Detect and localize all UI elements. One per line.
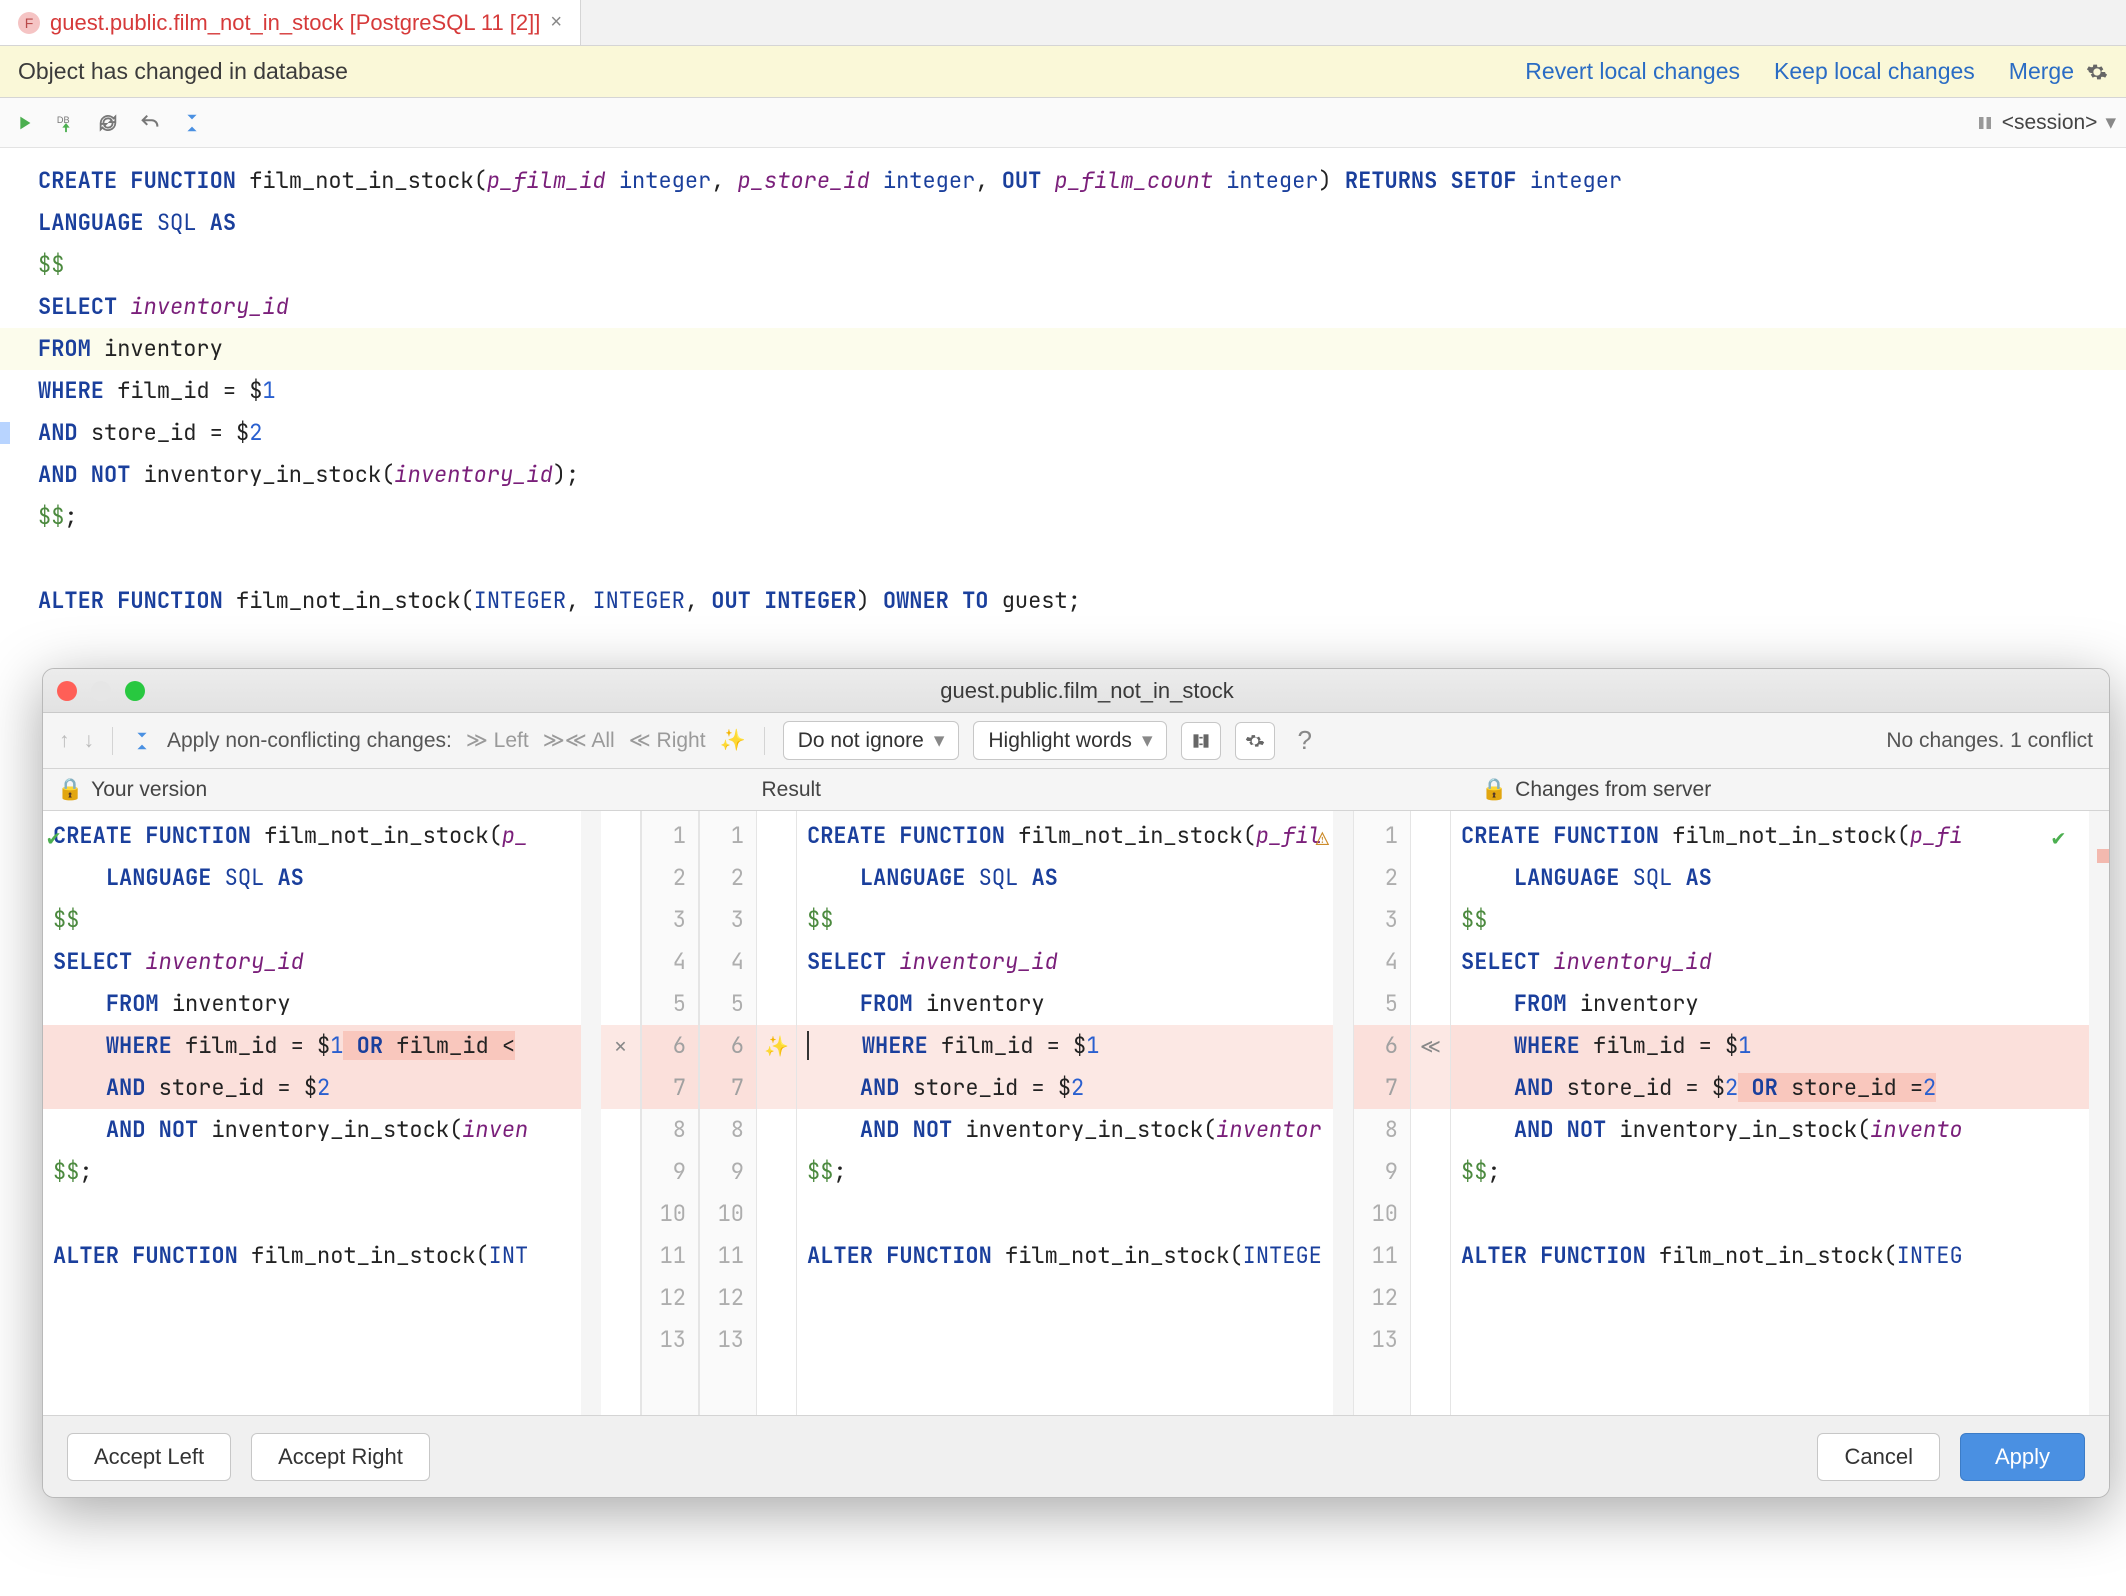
- window-minimize-icon[interactable]: [91, 681, 111, 701]
- next-diff-icon[interactable]: ↓: [84, 729, 95, 753]
- sync-scroll-icon[interactable]: [1181, 722, 1221, 760]
- sql-editor[interactable]: CREATE FUNCTION film_not_in_stock(p_film…: [0, 148, 2126, 648]
- dialog-titlebar[interactable]: guest.public.film_not_in_stock: [43, 669, 2109, 713]
- line-numbers: 12345678910111213: [641, 811, 699, 1415]
- apply-left-button[interactable]: ≫ Left: [466, 728, 529, 753]
- apply-button[interactable]: Apply: [1960, 1433, 2085, 1481]
- revert-link[interactable]: Revert local changes: [1525, 58, 1740, 85]
- prev-diff-icon[interactable]: ↑: [59, 729, 70, 753]
- line-numbers: 12345678910111213: [699, 811, 757, 1415]
- editor-tab[interactable]: F guest.public.film_not_in_stock [Postgr…: [0, 0, 581, 45]
- accept-left-button[interactable]: Accept Left: [67, 1433, 231, 1481]
- left-gutter: ✕ ≫: [601, 811, 641, 1415]
- scrollbar[interactable]: [581, 811, 601, 1415]
- pane-headers: 🔒Your version Result 🔒Changes from serve…: [43, 769, 2109, 811]
- window-close-icon[interactable]: [57, 681, 77, 701]
- banner-message: Object has changed in database: [18, 58, 348, 85]
- gutter-mark: [0, 422, 10, 444]
- collapse-icon[interactable]: [178, 109, 206, 137]
- apply-label: Apply non-conflicting changes:: [167, 729, 452, 753]
- your-version-pane[interactable]: ✔ CREATE FUNCTION film_not_in_stock(p_ L…: [43, 811, 581, 1415]
- magic-resolve-icon[interactable]: ✨: [757, 1025, 796, 1067]
- scrollbar[interactable]: [2089, 811, 2109, 1415]
- tab-bar: F guest.public.film_not_in_stock [Postgr…: [0, 0, 2126, 46]
- cancel-button[interactable]: Cancel: [1817, 1433, 1939, 1481]
- close-icon[interactable]: ×: [550, 11, 562, 34]
- svg-text:DB: DB: [57, 115, 70, 125]
- server-version-pane[interactable]: ✔ CREATE FUNCTION film_not_in_stock(p_fi…: [1451, 811, 2089, 1415]
- dialog-title: guest.public.film_not_in_stock: [145, 678, 2029, 704]
- apply-all-button[interactable]: ≫≪ All: [543, 728, 615, 753]
- merge-link[interactable]: Merge: [2009, 58, 2074, 85]
- accept-right-button[interactable]: Accept Right: [251, 1433, 430, 1481]
- result-pane[interactable]: ⚠ CREATE FUNCTION film_not_in_stock(p_fi…: [797, 811, 1333, 1415]
- undo-icon[interactable]: [136, 109, 164, 137]
- lock-icon: 🔒: [1481, 778, 1507, 802]
- tab-title: guest.public.film_not_in_stock [PostgreS…: [50, 10, 540, 36]
- diff-panes: ✔ CREATE FUNCTION film_not_in_stock(p_ L…: [43, 811, 2109, 1415]
- diff-toolbar: ↑ ↓ Apply non-conflicting changes: ≫ Lef…: [43, 713, 2109, 769]
- collapse-icon[interactable]: [131, 730, 153, 752]
- session-label: <session>: [2002, 111, 2098, 135]
- mid-gutter: ✨: [757, 811, 797, 1415]
- help-icon[interactable]: ?: [1297, 725, 1311, 756]
- ignore-select[interactable]: Do not ignore ▾: [783, 721, 960, 760]
- right-gutter: ≪ ✕: [1411, 811, 1451, 1415]
- session-selector[interactable]: <session> ▾: [1976, 110, 2116, 135]
- magic-resolve-icon[interactable]: ✨: [720, 729, 746, 753]
- window-zoom-icon[interactable]: [125, 681, 145, 701]
- reject-accept-icons[interactable]: ✕ ≫: [601, 1025, 640, 1067]
- change-banner: Object has changed in database Revert lo…: [0, 46, 2126, 98]
- gear-icon[interactable]: [2086, 61, 2108, 83]
- highlight-select[interactable]: Highlight words ▾: [973, 721, 1167, 760]
- keep-link[interactable]: Keep local changes: [1774, 58, 1975, 85]
- accept-reject-icons[interactable]: ≪ ✕: [1411, 1025, 1450, 1067]
- apply-right-button[interactable]: ≪ Right: [629, 728, 706, 753]
- merge-dialog: guest.public.film_not_in_stock ↑ ↓ Apply…: [42, 668, 2110, 1498]
- lock-icon: 🔒: [57, 778, 83, 802]
- scrollbar[interactable]: [1333, 811, 1353, 1415]
- refresh-icon[interactable]: [94, 109, 122, 137]
- line-numbers: 12345678910111213: [1353, 811, 1411, 1415]
- editor-toolbar: DB <session> ▾: [0, 98, 2126, 148]
- db-upload-icon[interactable]: DB: [52, 109, 80, 137]
- diff-status: No changes. 1 conflict: [1886, 729, 2093, 753]
- function-icon: F: [18, 12, 40, 34]
- run-icon[interactable]: [10, 109, 38, 137]
- settings-icon[interactable]: [1235, 722, 1275, 760]
- dialog-footer: Accept Left Accept Right Cancel Apply: [43, 1415, 2109, 1497]
